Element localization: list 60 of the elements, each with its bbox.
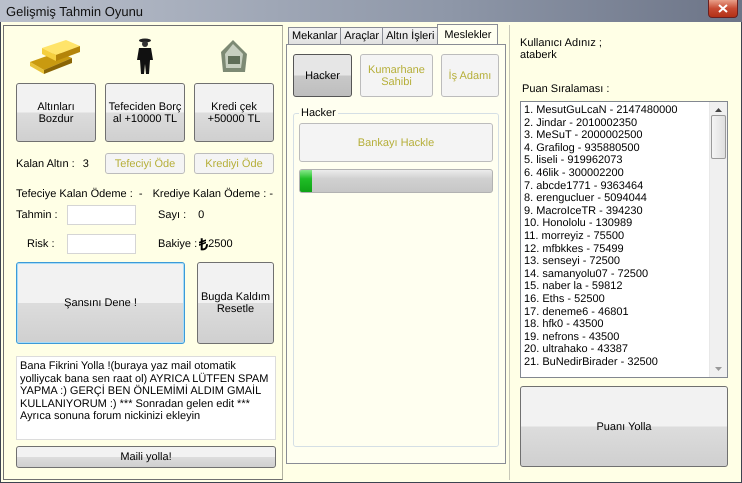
banknotes-icon [219,38,249,74]
scroll-down-icon [715,367,722,371]
action-button[interactable]: Altınları Bozdur [16,83,96,142]
ranking-item[interactable]: 5. liseli - 919962073 [524,154,706,167]
balance-label: Bakiye : [158,238,198,250]
close-button[interactable] [708,0,738,18]
loan-shark-due-text: Tefeciye Kalan Ödeme : - [16,188,143,200]
action-button[interactable]: Kredi çek +50000 TL [194,83,274,142]
try-luck-button[interactable]: Şansını Dene ! [16,262,185,344]
close-icon [718,4,728,13]
risk-field[interactable] [67,234,136,254]
tab[interactable]: Altın İşleri [382,27,438,44]
scroll-up-icon [715,108,722,112]
guess-field[interactable] [67,205,136,225]
ranking-item[interactable]: 17. deneme6 - 46801 [524,306,706,318]
scroll-thumb[interactable] [711,115,726,159]
ranking-item[interactable]: 8. erengucluer - 5094044 [524,192,706,205]
count-value: 0 [198,209,204,221]
ranking-item[interactable]: 3. MeSuT - 2000002500 [524,129,706,142]
action-button[interactable]: Tefeciden Borç al +10000 TL [105,83,185,142]
ranking-item[interactable]: 9. MacroIceTR - 394230 [524,204,706,218]
window-title: Gelişmiş Tahmin Oyunu [5,4,144,18]
ranking-item[interactable]: 1. MesutGuLcaN - 2147480000 [524,104,706,117]
tab[interactable]: Meslekler [437,24,498,44]
profession-button[interactable]: Hacker [293,54,352,97]
remaining-label: Kalan Altın : [16,158,75,170]
ranking-item[interactable]: 7. abcde1771 - 9363464 [524,180,706,192]
ranking-item[interactable]: 19. nefrons - 43500 [524,330,706,344]
send-mail-button[interactable]: Maili yolla! [16,446,276,468]
ranking-item[interactable]: 13. senseyi - 72500 [524,255,706,268]
ranking-item[interactable]: 6. 46lik - 300002200 [524,166,706,180]
lira-sign: ₺ [199,236,208,255]
ranking-item[interactable]: 16. Eths - 52500 [524,292,706,306]
ranking-item[interactable]: 21. BuNedirBirader - 32500 [524,356,706,368]
username-value: ataberk [520,49,558,61]
feedback-field[interactable]: Bana Fikrini Yolla !(buraya yaz mail otomatik yolliycak bana sen raat ol) AYRICA LÜTFEN SPAM YAPMA :) GERÇİ BEN ÖNLEMİMİ ALDIM GMAİL KULLANIYORUM :) *** Sonradan gelen edit *** Ayrıca sonuna forum nickinizi ekleyin [16,356,276,440]
tab[interactable]: Mekanlar [288,27,342,44]
ranking-item[interactable]: 14. samanyolu07 - 72500 [524,268,706,280]
ranking-item[interactable]: 11. morreyiz - 75500 [524,230,706,243]
ranking-item[interactable]: 10. Honololu - 130989 [524,217,706,230]
risk-label: Risk : [27,238,56,250]
tab[interactable]: Araçlar [340,27,384,44]
ranking-item[interactable]: 18. hfk0 - 43500 [524,318,706,331]
ranking-item[interactable]: 15. naber la - 59812 [524,280,706,293]
ranking-item[interactable]: 12. mfbkkes - 75499 [524,242,706,256]
ranking-item[interactable]: 20. ultrahako - 43387 [524,343,706,356]
username-label: Kullanıcı Adınız ; [520,37,603,49]
send-score-button[interactable]: Puanı Yolla [520,386,728,467]
balance-value: 2500 [208,238,233,250]
ranking-label: Puan Sıralaması : [522,83,610,95]
count-label: Sayı : [158,209,186,221]
standing-man-icon [135,38,155,74]
ranking-item[interactable]: 2. Jindar - 2010002350 [524,116,706,130]
group-title: Hacker [300,107,337,119]
reset-button[interactable]: Bugda Kaldım Resetle [197,262,274,344]
ranking-item[interactable]: 4. Grafilog - 935880500 [524,142,706,154]
guess-label: Tahmin : [16,209,59,221]
scrollbar[interactable] [709,102,727,377]
credit-due-text: Krediye Kalan Ödeme : - [152,188,274,200]
remaining-value: 3 [82,158,89,170]
